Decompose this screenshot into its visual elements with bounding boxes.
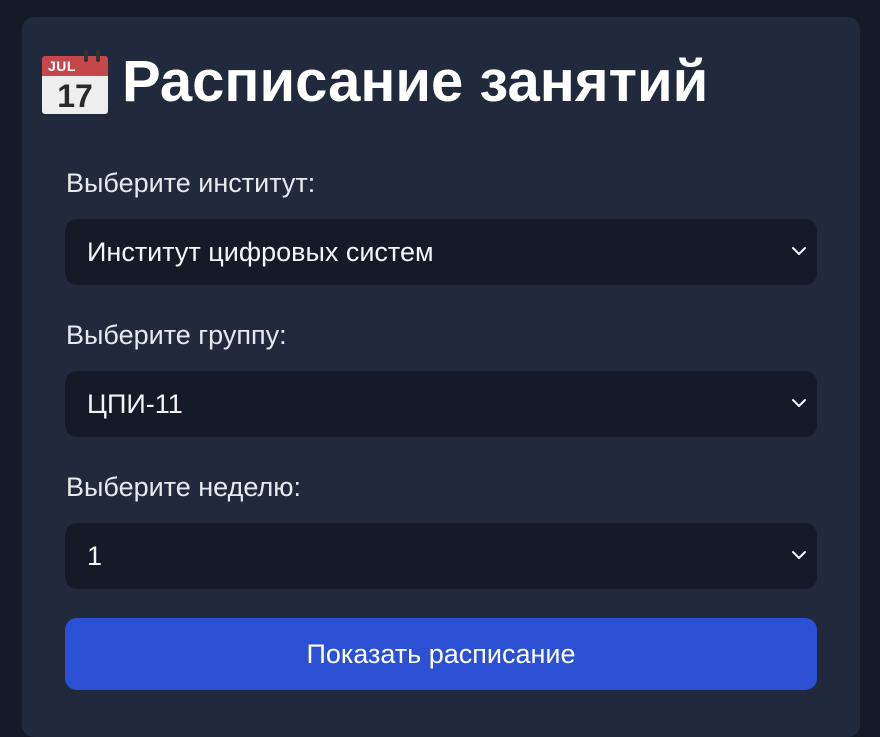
- group-select-value: ЦПИ-11: [87, 388, 183, 419]
- chevron-down-icon: [792, 247, 806, 255]
- calendar-icon-month: JUL: [48, 58, 76, 74]
- week-select[interactable]: 1: [65, 523, 817, 589]
- group-label: Выберите группу:: [66, 320, 287, 350]
- calendar-icon: JUL 17: [42, 50, 108, 114]
- week-label: Выберите неделю:: [66, 472, 301, 502]
- institute-select-value: Институт цифровых систем: [87, 236, 434, 267]
- week-select-value: 1: [87, 540, 103, 571]
- institute-select[interactable]: Институт цифровых систем: [65, 219, 817, 285]
- chevron-down-icon: [792, 399, 806, 407]
- page-title-text: Расписание занятий: [122, 49, 709, 114]
- calendar-icon-day: 17: [57, 78, 93, 114]
- chevron-down-icon: [792, 551, 806, 559]
- group-select[interactable]: ЦПИ-11: [65, 371, 817, 437]
- show-schedule-button[interactable]: Показать расписание: [65, 618, 817, 690]
- institute-label: Выберите институт:: [66, 168, 316, 198]
- page-title: JUL 17 Расписание занятий: [42, 42, 708, 122]
